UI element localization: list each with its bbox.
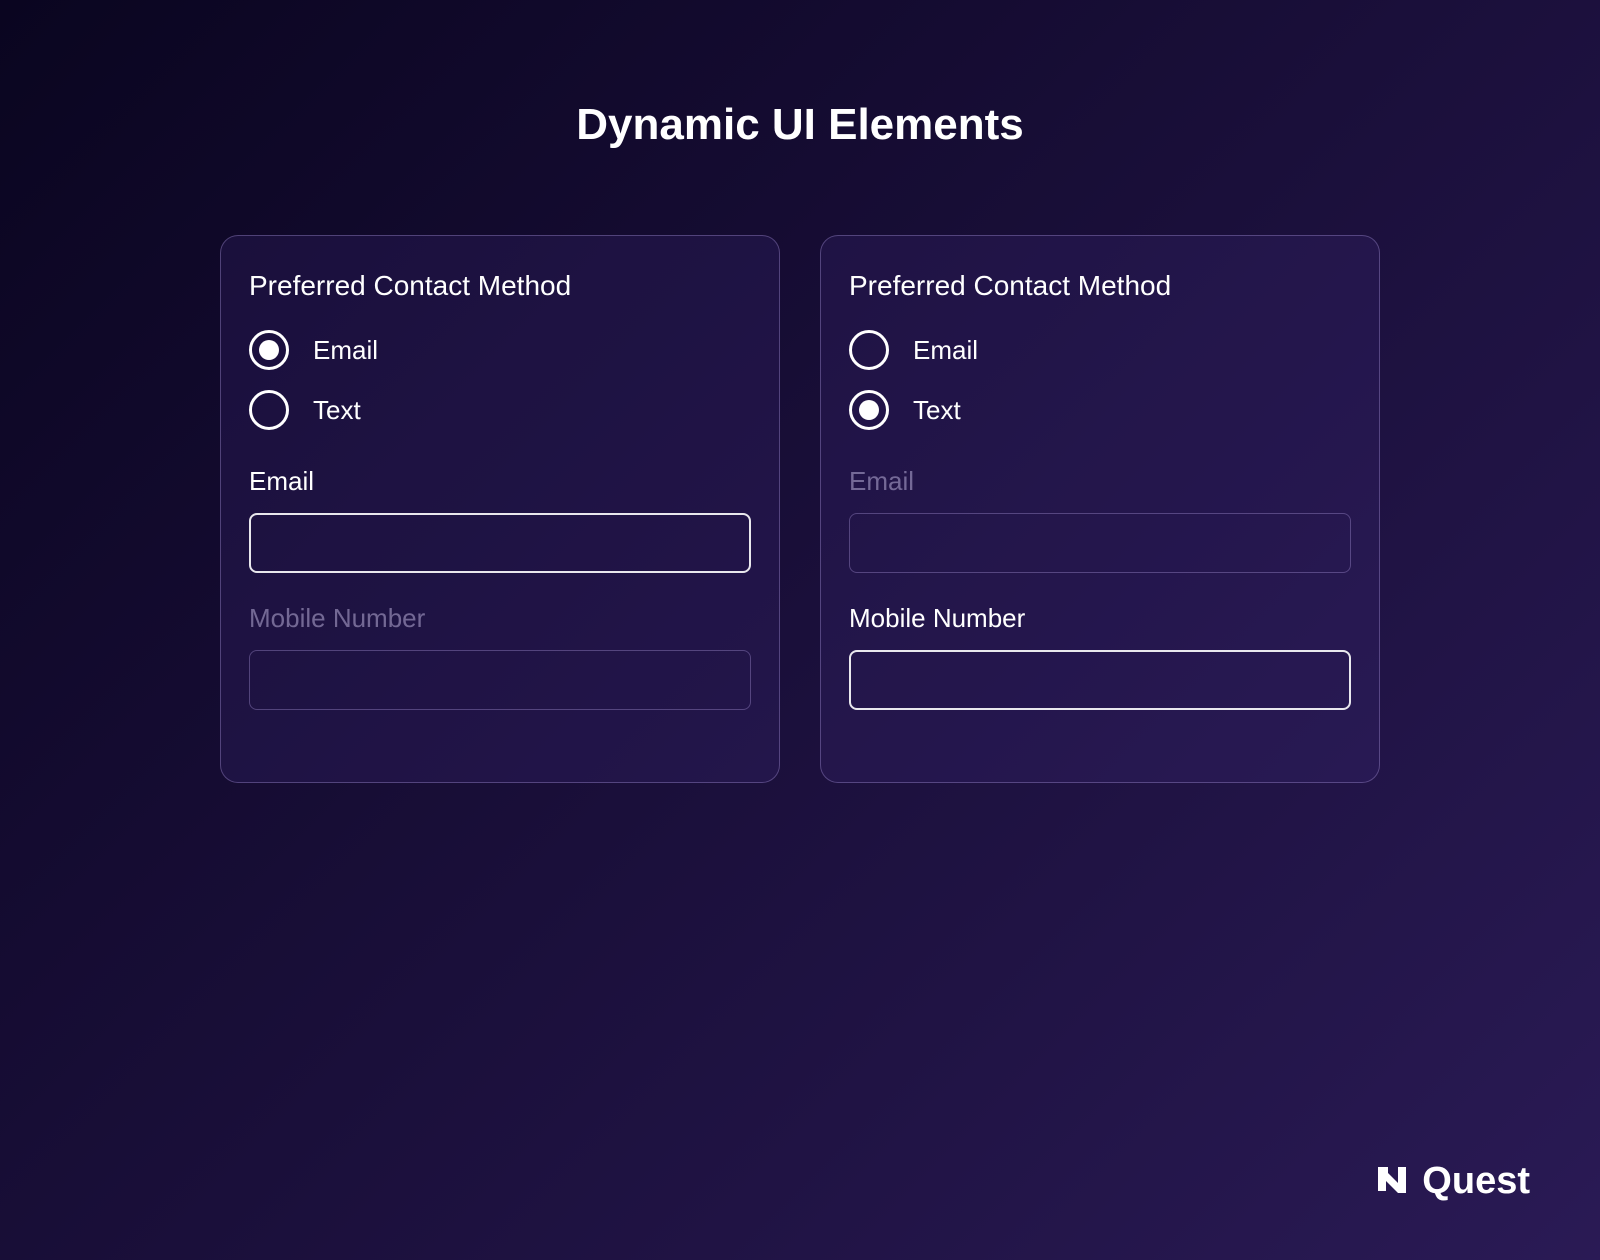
contact-method-card: Preferred Contact Method Email Text Emai…: [220, 235, 780, 783]
email-field-group: Email: [249, 466, 751, 573]
mobile-label: Mobile Number: [849, 603, 1351, 634]
radio-text[interactable]: Text: [849, 390, 1351, 430]
mobile-input[interactable]: [849, 650, 1351, 710]
radio-label: Email: [913, 335, 978, 366]
radio-circle-icon: [249, 390, 289, 430]
radio-circle-icon: [249, 330, 289, 370]
radio-circle-icon: [849, 390, 889, 430]
radio-group: Email Text: [249, 330, 751, 430]
radio-label: Email: [313, 335, 378, 366]
card-title: Preferred Contact Method: [249, 270, 751, 302]
email-label: Email: [849, 466, 1351, 497]
mobile-field-group: Mobile Number: [849, 603, 1351, 710]
email-label: Email: [249, 466, 751, 497]
mobile-field-group: Mobile Number: [249, 603, 751, 710]
radio-label: Text: [913, 395, 961, 426]
cards-container: Preferred Contact Method Email Text Emai…: [0, 235, 1600, 783]
quest-logo-icon: [1372, 1159, 1412, 1204]
card-title: Preferred Contact Method: [849, 270, 1351, 302]
email-field-group: Email: [849, 466, 1351, 573]
radio-email[interactable]: Email: [849, 330, 1351, 370]
email-input[interactable]: [849, 513, 1351, 573]
mobile-label: Mobile Number: [249, 603, 751, 634]
radio-circle-icon: [849, 330, 889, 370]
mobile-input[interactable]: [249, 650, 751, 710]
radio-group: Email Text: [849, 330, 1351, 430]
radio-email[interactable]: Email: [249, 330, 751, 370]
radio-label: Text: [313, 395, 361, 426]
brand-logo: Quest: [1372, 1159, 1530, 1204]
email-input[interactable]: [249, 513, 751, 573]
page-title: Dynamic UI Elements: [0, 100, 1600, 150]
contact-method-card: Preferred Contact Method Email Text Emai…: [820, 235, 1380, 783]
brand-name: Quest: [1422, 1160, 1530, 1203]
radio-text[interactable]: Text: [249, 390, 751, 430]
